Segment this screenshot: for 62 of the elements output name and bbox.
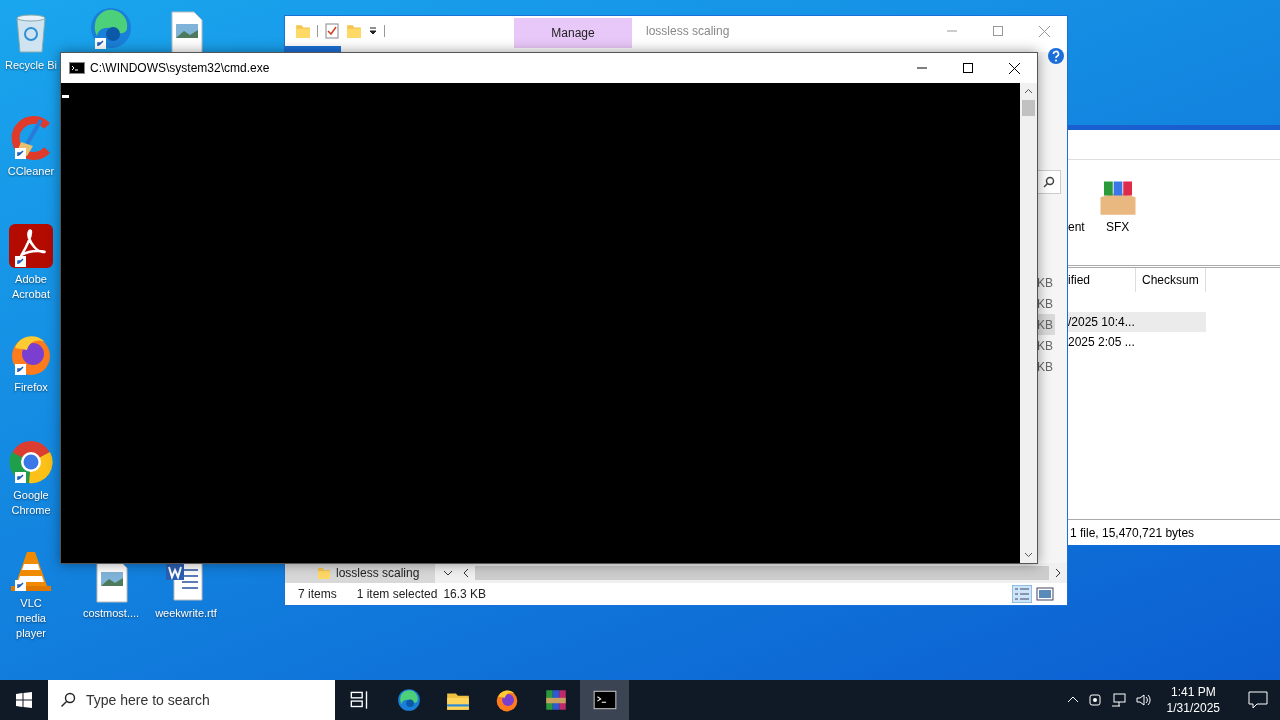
properties-icon[interactable] (324, 23, 340, 39)
selection-size: 16.3 KB (443, 586, 487, 603)
desktop-icon-label[interactable]: VLC media player (4, 596, 58, 641)
dropdown-caret-icon[interactable] (368, 26, 378, 36)
close-icon (1038, 25, 1050, 37)
taskbar-app-button[interactable] (580, 680, 629, 720)
shortcut-arrow-icon (95, 38, 106, 49)
clock[interactable]: 1:41 PM 1/31/2025 (1158, 684, 1228, 716)
date-cell-text: 2025 2:05 ... (1068, 334, 1135, 351)
size-cell-text: KB (1037, 337, 1054, 355)
horizontal-scrollbar[interactable] (475, 566, 1049, 580)
scroll-down-icon[interactable] (1024, 550, 1033, 559)
maximize-icon (963, 63, 973, 73)
toolbar-button[interactable]: ent (1068, 178, 1085, 234)
security-icon[interactable] (1086, 692, 1103, 708)
shortcut-arrow-icon (15, 148, 26, 159)
window-title: lossless scaling (646, 23, 730, 40)
window-title: C:\WINDOWS\system32\cmd.exe (90, 60, 270, 77)
search-icon[interactable] (1043, 176, 1055, 188)
close-icon (1008, 62, 1020, 74)
size-cell-text: KB (1037, 274, 1054, 292)
browser-icon (7, 438, 55, 486)
toolbar-button[interactable]: SFX (1096, 178, 1139, 234)
shortcut-arrow-icon (15, 580, 26, 591)
search-icon (60, 692, 76, 708)
desktop-icon-label[interactable]: costmost.... (82, 606, 140, 621)
size-cell-text: KB (1037, 358, 1054, 376)
desktop-icon-label[interactable]: Google Chrome (4, 488, 58, 518)
scroll-left-icon[interactable] (461, 568, 471, 578)
scroll-right-icon[interactable] (1053, 568, 1063, 578)
file-row[interactable]: /2025 10:4... (1068, 312, 1206, 332)
maximize-icon (993, 26, 1003, 36)
notifications-icon[interactable] (1248, 691, 1268, 709)
search-input[interactable]: Type here to search (86, 689, 323, 711)
ribbon-tab[interactable]: Manage (514, 18, 632, 48)
chevron-down-icon[interactable] (443, 568, 453, 578)
scroll-thumb[interactable] (1022, 100, 1035, 116)
browser-icon (395, 687, 422, 713)
item-count: 7 items (298, 586, 337, 603)
network-icon[interactable] (1110, 692, 1127, 708)
scroll-up-icon[interactable] (1024, 87, 1033, 96)
nav-pane-item[interactable]: lossless scaling (285, 563, 435, 583)
search-bar[interactable]: Type here to search (48, 680, 335, 720)
date-cell-text: /2025 10:4... (1068, 314, 1135, 331)
size-cell-text: KB (1037, 295, 1054, 313)
terminal-icon (69, 62, 85, 74)
windows-logo-icon (16, 692, 32, 708)
pdf-app-icon (7, 222, 55, 270)
help-icon[interactable] (1047, 47, 1065, 65)
folder-icon (295, 23, 311, 39)
large-icons-view-icon[interactable] (1036, 587, 1054, 601)
selection-info: 1 item selected (356, 586, 438, 603)
folder-icon (346, 23, 362, 39)
shortcut-arrow-icon (15, 472, 26, 483)
vertical-scrollbar[interactable] (1020, 83, 1037, 563)
shortcut-arrow-icon (15, 256, 26, 267)
desktop-icon-label[interactable]: weekwrite.rtf (155, 606, 217, 621)
shortcut-arrow-icon (15, 364, 26, 375)
folder-icon (317, 566, 331, 580)
column-header[interactable]: Checksum (1136, 268, 1206, 292)
file-row[interactable]: 2025 2:05 ... (1068, 332, 1206, 352)
volume-icon[interactable] (1134, 692, 1151, 708)
